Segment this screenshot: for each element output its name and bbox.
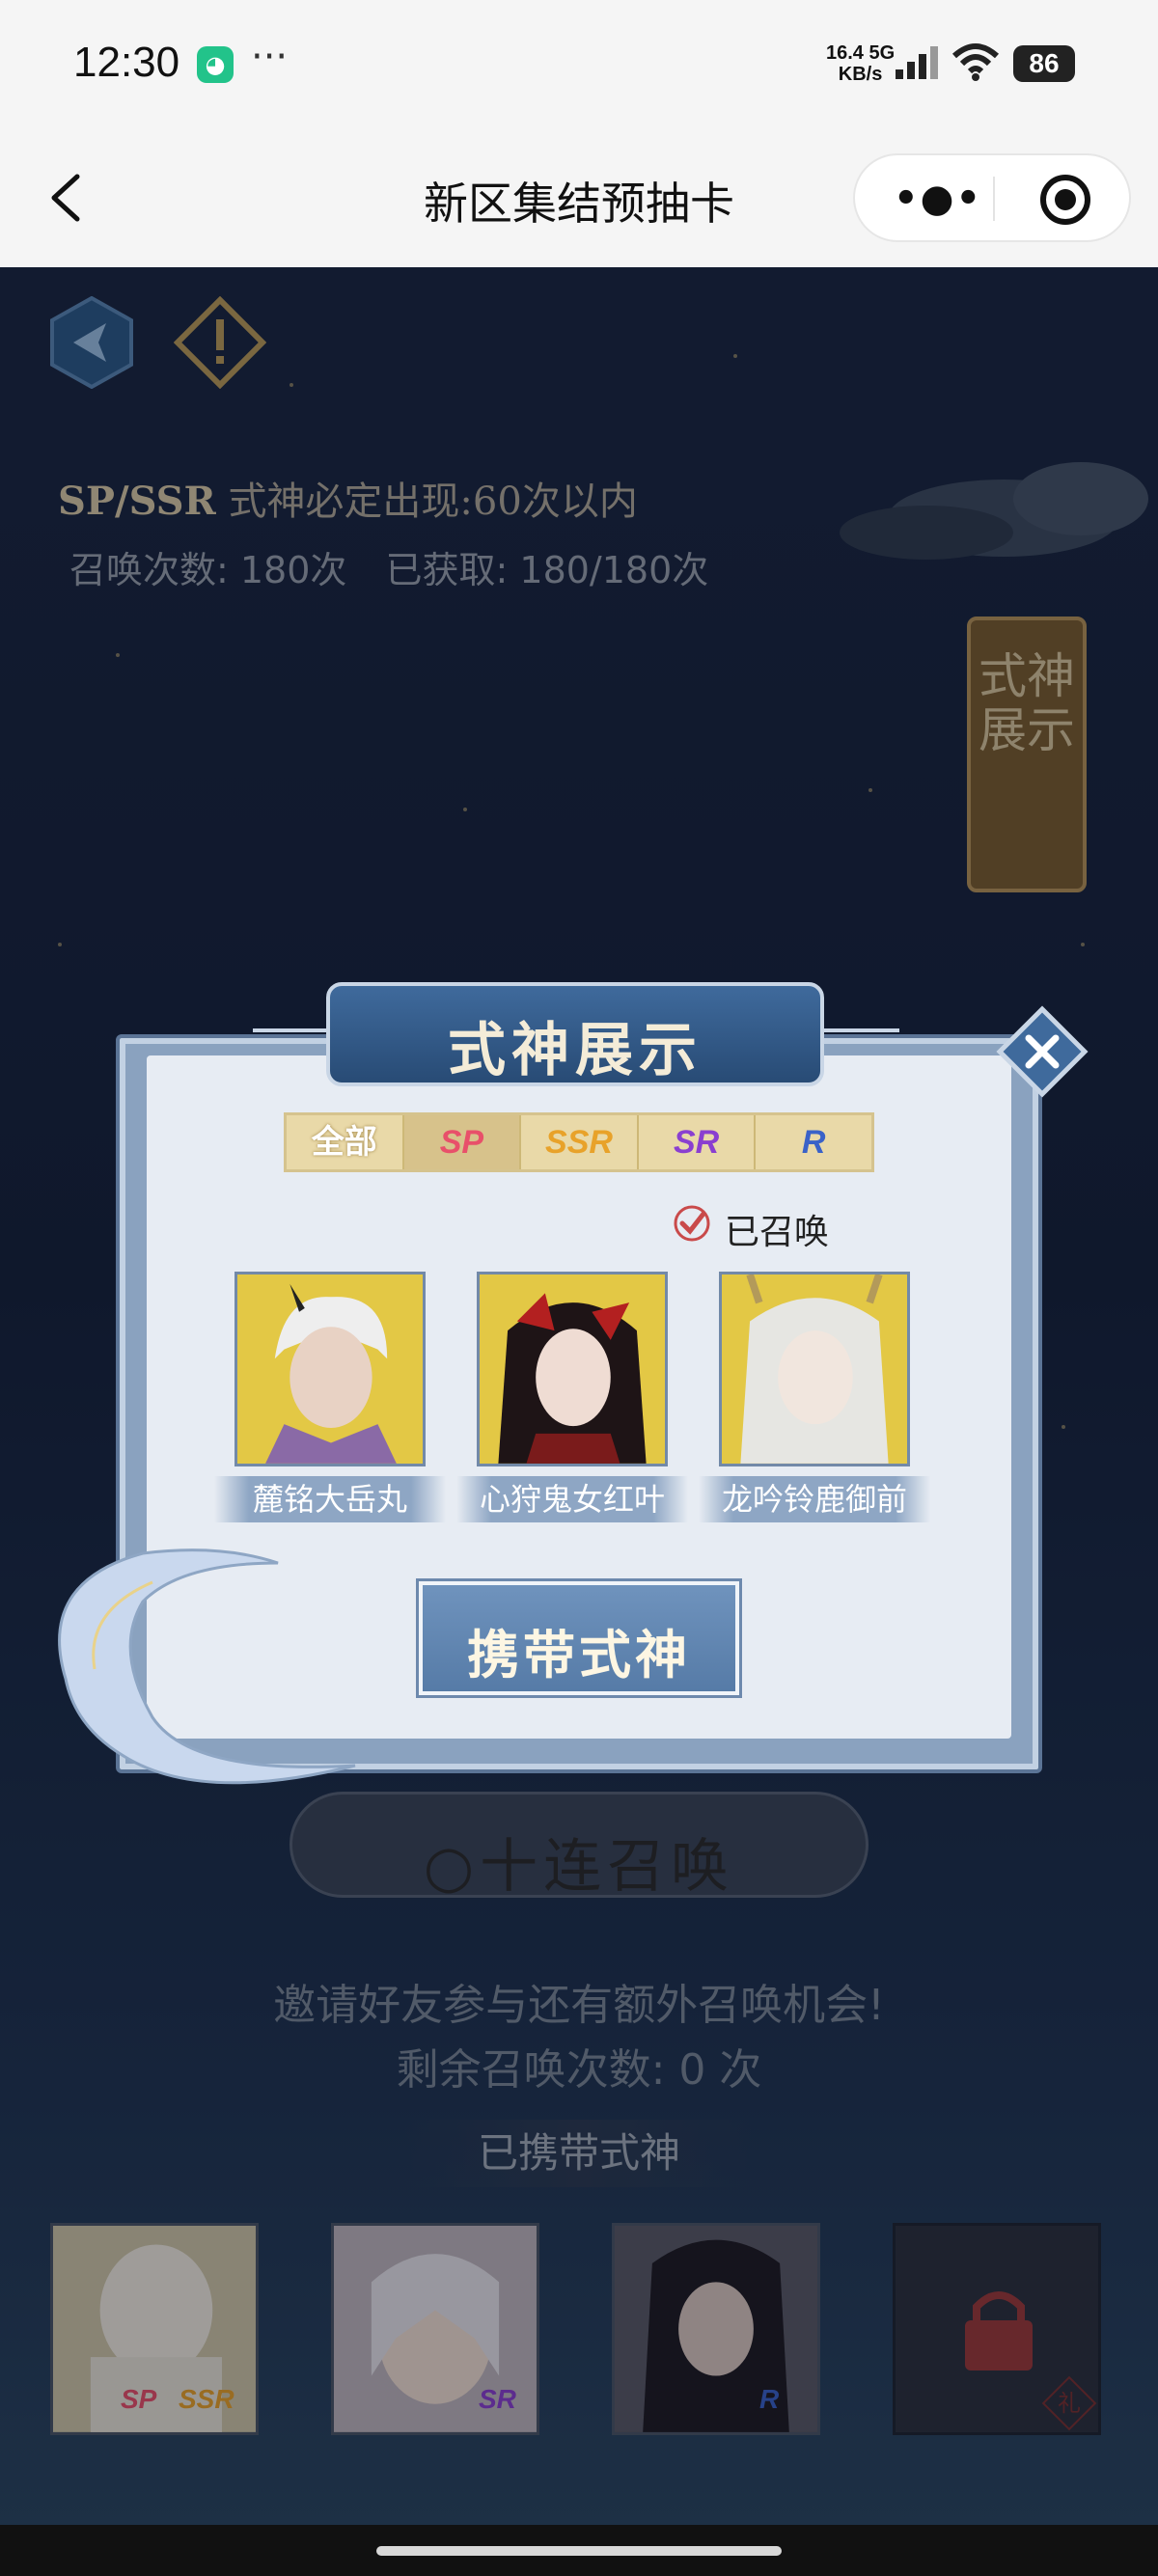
nav-bar: 新区集结预抽卡 •●• <box>0 130 1158 267</box>
home-indicator[interactable] <box>376 2546 782 2556</box>
shikigami-portrait <box>480 1274 665 1464</box>
speed-value: 16.4 <box>826 42 864 64</box>
status-more: ··· <box>251 35 289 79</box>
close-icon[interactable] <box>996 1005 1089 1098</box>
battery-icon: 86 <box>1013 45 1075 82</box>
tab-r[interactable]: R <box>756 1115 871 1169</box>
header-ornament-right <box>822 1028 899 1032</box>
shikigami-portrait <box>722 1274 907 1464</box>
capsule-divider <box>993 177 995 221</box>
shikigami-name-1: 麓铭大岳丸 <box>214 1476 446 1522</box>
shikigami-portrait <box>237 1274 423 1464</box>
tab-ssr[interactable]: SSR <box>521 1115 639 1169</box>
shikigami-card-3[interactable] <box>719 1272 910 1466</box>
rarity-tabs: 全部 SP SSR SR R <box>284 1112 874 1172</box>
signal-icon <box>896 46 938 79</box>
shikigami-name-3: 龙吟铃鹿御前 <box>699 1476 930 1522</box>
checkbox-checked-icon[interactable] <box>673 1204 711 1243</box>
tab-sp[interactable]: SP <box>403 1115 522 1169</box>
header-ornament-left <box>253 1028 330 1032</box>
network-type: 5G <box>868 42 896 64</box>
network-speed: 16.4 5G KB/s <box>826 42 895 85</box>
carry-shikigami-button[interactable]: 携带式神 <box>419 1581 739 1695</box>
summoned-label: 已召唤 <box>725 1213 830 1252</box>
status-time: 12:30 <box>73 39 180 86</box>
wifi-icon <box>951 43 1000 81</box>
tab-sr[interactable]: SR <box>639 1115 757 1169</box>
shikigami-card-1[interactable] <box>234 1272 426 1466</box>
target-close-icon[interactable] <box>1040 175 1090 225</box>
page-title: 新区集结预抽卡 <box>424 178 734 230</box>
carry-button-label: 携带式神 <box>467 1624 691 1685</box>
speed-unit: KB/s <box>838 64 883 85</box>
tab-all[interactable]: 全部 <box>287 1115 404 1169</box>
mini-program-capsule: •●• <box>853 153 1131 242</box>
modal-header: 式神展示 <box>326 982 824 1086</box>
more-dots-icon[interactable]: •●• <box>894 177 982 221</box>
modal-title: 式神展示 <box>448 1017 703 1084</box>
status-bar: 12:30 ◕ ··· 16.4 5G KB/s 86 <box>0 0 1158 130</box>
back-arrow-icon[interactable] <box>39 169 96 227</box>
ribbon-decoration <box>58 1548 356 1785</box>
shikigami-name-2: 心狩鬼女红叶 <box>456 1476 688 1522</box>
home-indicator-bar <box>0 2525 1158 2576</box>
wechat-mini-icon: ◕ <box>197 46 234 83</box>
shikigami-card-2[interactable] <box>477 1272 668 1466</box>
